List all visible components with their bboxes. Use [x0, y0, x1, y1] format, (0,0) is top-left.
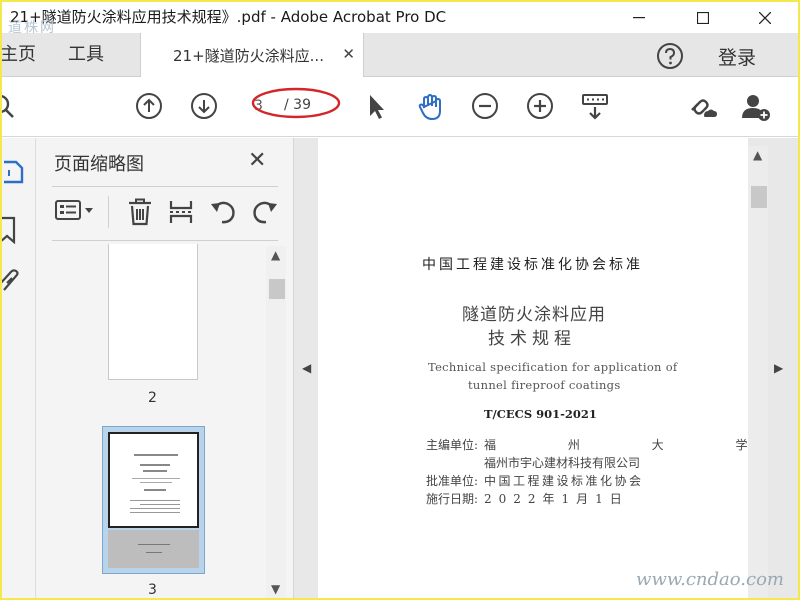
panel-close-icon[interactable]: ✕ [248, 148, 266, 173]
close-tab-icon[interactable]: ✕ [342, 45, 355, 63]
document-tab-label: 21+隧道防火涂料应... [173, 47, 324, 65]
thumbnail-panel: 页面缩略图 ✕ 2 3 ▲ ▼ [36, 138, 294, 598]
bookmarks-icon[interactable] [2, 214, 20, 248]
scrollbar-thumb[interactable] [269, 279, 285, 299]
doc-date-value: 2022年1月1日 [484, 492, 629, 506]
thumbnail-page-number: 3 [148, 582, 157, 598]
doc-approval-label: 批准单位: [426, 474, 479, 488]
thumbnail-scrollbar[interactable]: ▲ ▼ [266, 246, 286, 598]
rotate-clockwise-icon[interactable] [250, 198, 280, 230]
doc-editor-org2: 福州市宇心建材科技有限公司 [484, 456, 641, 470]
scroll-down-arrow[interactable]: ▼ [271, 582, 280, 596]
zoom-in-icon[interactable] [526, 92, 554, 124]
panel-divider-2 [52, 240, 278, 241]
login-button[interactable]: 登录 [718, 43, 756, 70]
minimize-button[interactable] [616, 2, 662, 33]
help-icon[interactable] [656, 42, 684, 74]
thumbnail-page-preview [108, 432, 199, 528]
add-user-icon[interactable] [740, 92, 772, 126]
thumbnail-page-lower [108, 530, 199, 568]
maximize-button[interactable] [680, 2, 726, 33]
thumbnail-page-number: 2 [148, 390, 157, 406]
doc-editor-org1: 福 州 大 学 [484, 438, 782, 452]
page-display-icon[interactable] [580, 92, 610, 126]
doc-english-title-line1: Technical specification for application … [428, 360, 678, 374]
rotate-counterclockwise-icon[interactable] [208, 198, 238, 230]
insert-page-icon[interactable] [168, 198, 194, 230]
document-scrollbar[interactable]: ▲ [748, 146, 768, 598]
close-window-button[interactable] [742, 2, 788, 33]
title-bar: 21+隧道防火涂料应用技术规程》.pdf - Adobe Acrobat Pro… [2, 2, 798, 33]
toolbar: / 39 [2, 77, 798, 137]
toolbar-divider [108, 196, 109, 228]
doc-english-title-line2: tunnel fireproof coatings [468, 378, 621, 392]
collapse-right-arrow[interactable]: ▶ [774, 361, 783, 375]
scroll-up-arrow[interactable]: ▲ [271, 248, 280, 262]
doc-organization: 中国工程建设标准化协会标准 [422, 257, 643, 273]
document-page: 中国工程建设标准化协会标准 隧道防火涂料应用 技术规程 Technical sp… [318, 138, 748, 598]
collapse-left-arrow[interactable]: ◀ [302, 361, 311, 375]
window-title: 21+隧道防火涂料应用技术规程》.pdf - Adobe Acrobat Pro… [10, 8, 447, 26]
tab-document[interactable]: 21+隧道防火涂料应... ✕ [140, 33, 364, 77]
hand-tool-icon[interactable] [416, 92, 446, 126]
doc-approval-org: 中国工程建设标准化协会 [484, 474, 644, 488]
search-icon[interactable] [2, 92, 18, 126]
delete-page-icon[interactable] [126, 198, 154, 230]
attachments-icon[interactable] [2, 268, 22, 302]
page-thumbnail-2[interactable] [108, 244, 198, 380]
panel-title: 页面缩略图 [54, 154, 144, 175]
tab-bar: 主页 工具 21+隧道防火涂料应... ✕ 登录 [2, 33, 798, 77]
next-page-icon[interactable] [190, 92, 218, 124]
panel-divider [52, 186, 278, 187]
page-thumbnails-icon[interactable] [2, 158, 26, 190]
doc-standard-code: T/CECS 901-2021 [484, 407, 597, 421]
zoom-out-icon[interactable] [471, 92, 499, 124]
select-cursor-icon[interactable] [366, 92, 388, 126]
doc-scroll-up-arrow[interactable]: ▲ [753, 148, 762, 162]
share-link-icon[interactable] [686, 92, 718, 126]
watermark-top: 道株网 [8, 20, 56, 36]
doc-scrollbar-thumb[interactable] [751, 186, 767, 208]
watermark-bottom: www.cndao.com [636, 569, 784, 590]
document-viewport: ◀ 中国工程建设标准化协会标准 隧道防火涂料应用 技术规程 Technical … [294, 138, 798, 598]
app-window: 21+隧道防火涂料应用技术规程》.pdf - Adobe Acrobat Pro… [0, 0, 800, 600]
previous-page-icon[interactable] [135, 92, 163, 124]
thumbnail-options-icon[interactable] [54, 198, 98, 228]
red-annotation-ellipse [251, 86, 343, 124]
tab-home[interactable]: 主页 [2, 33, 36, 77]
doc-editor-label: 主编单位: [426, 438, 479, 452]
thumbnail-list: 2 3 [52, 244, 268, 598]
doc-title-line1: 隧道防火涂料应用 [462, 305, 606, 325]
doc-title-line2: 技术规程 [488, 329, 576, 349]
page-thumbnail-3[interactable] [102, 426, 205, 574]
navigation-rail [2, 138, 36, 598]
doc-date-label: 施行日期: [426, 492, 479, 506]
tab-tools[interactable]: 工具 [68, 33, 104, 77]
